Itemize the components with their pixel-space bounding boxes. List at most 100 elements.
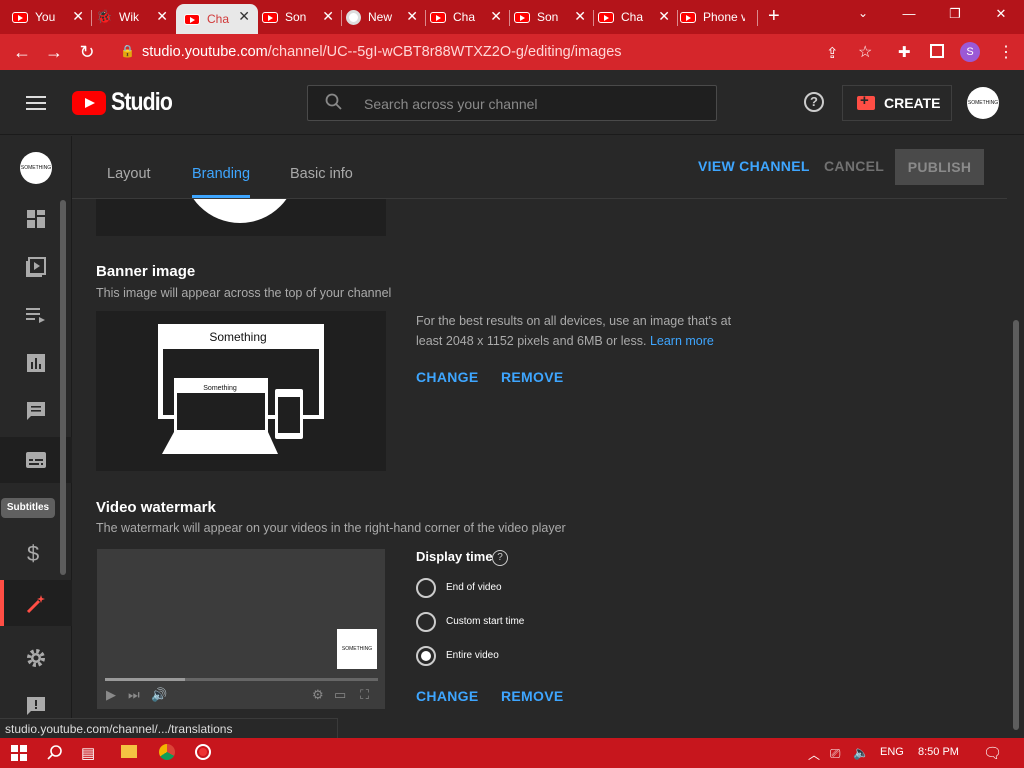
browser-tab[interactable]: Cha ✕: [598, 4, 678, 30]
feedback-icon[interactable]: [24, 694, 48, 718]
youtube-icon: [598, 11, 614, 23]
tab-label: Son: [285, 10, 307, 24]
record-app-icon[interactable]: [195, 744, 211, 760]
browser-tab[interactable]: Cha ✕: [430, 4, 510, 30]
new-tab-button[interactable]: +: [768, 5, 780, 28]
bookmark-star-icon[interactable]: ☆: [858, 42, 872, 62]
forward-icon[interactable]: →: [43, 42, 65, 62]
volume-icon: 🔊: [151, 687, 168, 702]
youtube-icon: [12, 11, 28, 23]
search-placeholder: Search across your channel: [364, 96, 538, 112]
minimize-button[interactable]: —: [894, 6, 924, 21]
tab-label: Cha: [207, 12, 230, 26]
volume-tray-icon[interactable]: 🔈: [853, 745, 869, 761]
learn-more-link[interactable]: Learn more: [650, 334, 714, 348]
browser-tab[interactable]: New ✕: [346, 4, 426, 30]
youtube-icon: [680, 11, 696, 23]
radio-label-custom-start-time: Custom start time: [446, 616, 525, 627]
watermark-change-button[interactable]: CHANGE: [416, 688, 478, 704]
browser-tab-active[interactable]: Cha ✕: [176, 4, 258, 34]
browser-tab[interactable]: 🐞 Wik ✕: [96, 4, 176, 30]
notifications-icon[interactable]: 🗨: [983, 744, 1002, 762]
browser-tab[interactable]: Son ✕: [514, 4, 594, 30]
help-icon[interactable]: ?: [804, 92, 824, 112]
create-video-icon: [857, 92, 875, 110]
account-avatar[interactable]: SOMETHING: [967, 87, 999, 119]
content-icon[interactable]: [24, 255, 48, 279]
profile-avatar[interactable]: S: [960, 42, 980, 62]
browser-tab[interactable]: Son ✕: [262, 4, 342, 30]
radio-label-entire-video: Entire video: [446, 650, 499, 661]
clock[interactable]: 8:50 PM: [918, 746, 959, 758]
taskbar-search-icon[interactable]: [47, 744, 64, 761]
network-icon[interactable]: ⎚: [830, 746, 840, 762]
share-icon[interactable]: ⇪: [826, 44, 839, 62]
tab-branding[interactable]: Branding: [192, 166, 250, 182]
windows-start-icon[interactable]: [11, 745, 27, 761]
playlists-icon[interactable]: [24, 303, 48, 327]
language-indicator[interactable]: ENG: [880, 746, 904, 758]
close-icon[interactable]: ✕: [406, 8, 418, 25]
sidepanel-icon[interactable]: [930, 44, 944, 58]
close-icon[interactable]: ✕: [322, 8, 334, 25]
studio-logo-text[interactable]: Studio: [111, 88, 173, 117]
view-channel-button[interactable]: VIEW CHANNEL: [698, 158, 810, 174]
chrome-taskbar-icon[interactable]: [159, 744, 175, 760]
browser-menu-icon[interactable]: ⋮: [998, 42, 1014, 62]
hamburger-menu-icon[interactable]: [26, 96, 46, 110]
youtube-logo-icon[interactable]: [72, 91, 106, 115]
search-icon: [325, 93, 342, 110]
chrome-icon: [346, 9, 361, 25]
monetization-icon[interactable]: $: [27, 541, 39, 567]
channel-avatar[interactable]: SOMETHING: [20, 152, 52, 184]
banner-subtitle: This image will appear across the top of…: [96, 286, 392, 300]
page-scrollbar[interactable]: [1013, 320, 1019, 730]
close-icon[interactable]: ✕: [490, 8, 502, 25]
tab-search-chevron-icon[interactable]: ⌄: [858, 6, 868, 20]
close-icon[interactable]: ✕: [72, 8, 84, 25]
reload-icon[interactable]: ↻: [76, 42, 98, 62]
lock-icon[interactable]: 🔒: [120, 44, 135, 58]
cancel-button[interactable]: CANCEL: [824, 158, 884, 174]
next-icon: ⏭: [128, 687, 140, 702]
banner-change-button[interactable]: CHANGE: [416, 369, 478, 385]
radio-label-end-of-video: End of video: [446, 582, 502, 593]
tray-chevron-icon[interactable]: ︿: [808, 746, 820, 763]
comments-icon[interactable]: [24, 399, 48, 423]
close-icon[interactable]: ✕: [574, 8, 586, 25]
dashboard-icon[interactable]: [24, 207, 48, 231]
settings-gear-icon[interactable]: [24, 646, 48, 670]
publish-button[interactable]: PUBLISH: [895, 149, 984, 185]
subtitles-icon[interactable]: [24, 448, 48, 472]
url-host: studio.youtube.com: [142, 44, 268, 60]
tv-banner-text: Something: [209, 330, 266, 344]
watermark-remove-button[interactable]: REMOVE: [501, 688, 563, 704]
browser-tab[interactable]: Phone v: [680, 4, 758, 30]
tab-basic-info[interactable]: Basic info: [290, 166, 353, 182]
tab-label: Son: [537, 10, 559, 24]
display-time-help-icon[interactable]: ?: [492, 550, 508, 566]
tab-layout[interactable]: Layout: [107, 166, 151, 182]
radio-end-of-video[interactable]: [416, 578, 436, 598]
close-icon[interactable]: ✕: [658, 8, 670, 25]
rail-active-indicator: [0, 580, 4, 626]
browser-tab[interactable]: You ✕: [12, 4, 92, 30]
close-window-button[interactable]: ✕: [986, 6, 1016, 22]
task-view-icon[interactable]: ▤: [81, 744, 95, 762]
youtube-icon: [262, 11, 278, 23]
radio-custom-start-time[interactable]: [416, 612, 436, 632]
rail-scrollbar[interactable]: [60, 200, 66, 575]
close-icon[interactable]: ✕: [238, 8, 250, 25]
watermark-title: Video watermark: [96, 499, 216, 516]
close-icon[interactable]: ✕: [156, 8, 168, 25]
restore-button[interactable]: ❐: [940, 6, 970, 22]
banner-description: For the best results on all devices, use…: [416, 311, 756, 351]
file-explorer-icon[interactable]: [121, 745, 137, 758]
analytics-icon[interactable]: [24, 351, 48, 375]
radio-entire-video[interactable]: [416, 646, 436, 666]
back-icon[interactable]: ←: [11, 42, 33, 62]
customization-icon[interactable]: [24, 592, 48, 616]
profile-picture-preview: [96, 199, 386, 236]
banner-remove-button[interactable]: REMOVE: [501, 369, 563, 385]
extensions-icon[interactable]: ✚: [898, 43, 911, 61]
